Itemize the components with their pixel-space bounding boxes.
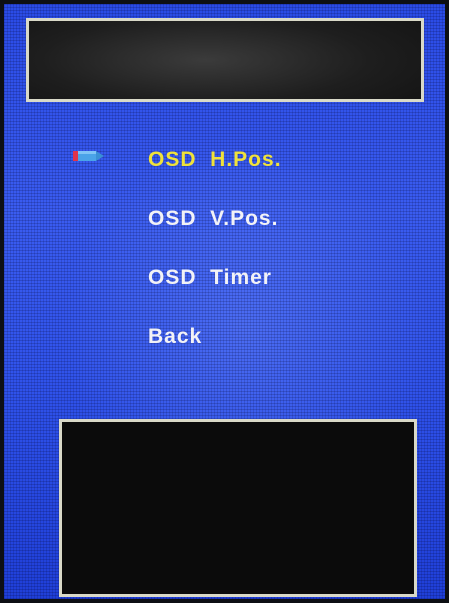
menu-item-osd-timer[interactable]: OSD Timer [148,261,272,295]
menu-item-osd-v-pos[interactable]: OSD V.Pos. [148,202,278,236]
menu-item-osd-h-pos[interactable]: OSD H.Pos. [148,143,282,177]
osd-header-panel [26,18,424,102]
osd-screen: OSD H.Pos. OSD V.Pos. OSD Timer Back [4,4,445,599]
pencil-pointer-icon [73,151,104,161]
menu-item-back[interactable]: Back [148,320,202,354]
osd-preview-panel [59,419,417,597]
